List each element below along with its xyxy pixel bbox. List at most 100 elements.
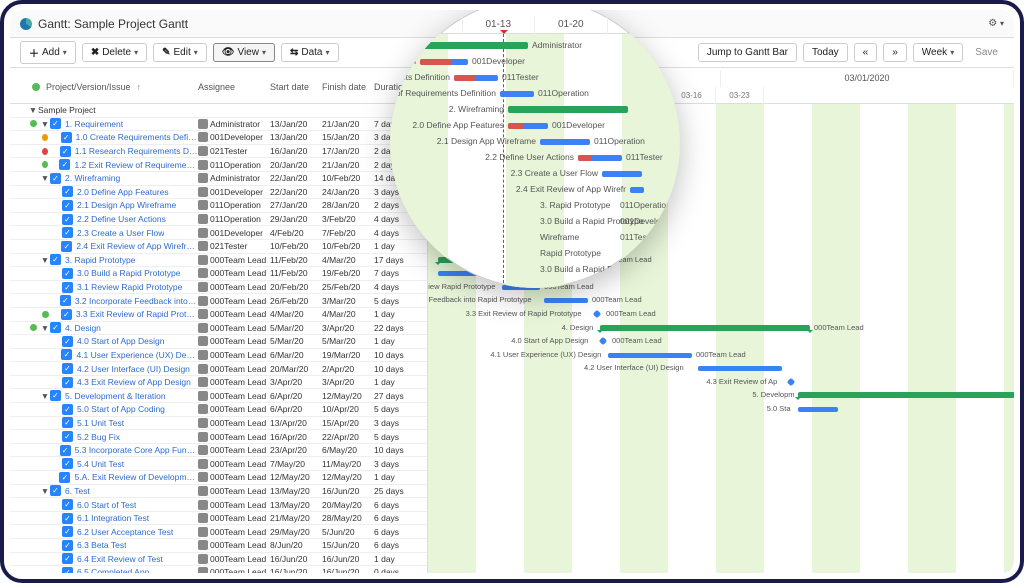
mag-gantt-bar[interactable] xyxy=(420,59,468,65)
table-row[interactable]: ✓5.A. Exit Review of Development & I…000… xyxy=(10,471,427,485)
task-link[interactable]: 3.0 Build a Rapid Prototype xyxy=(77,268,180,278)
task-link[interactable]: 4.0 Start of App Design xyxy=(77,336,164,346)
table-row[interactable]: ✓3.0 Build a Rapid Prototype000Team Lead… xyxy=(10,267,427,281)
col-issue[interactable]: Project/Version/Issue xyxy=(46,82,131,92)
task-link[interactable]: 4.1 User Experience (UX) Design xyxy=(76,350,198,360)
tree-twisty-icon[interactable]: ▼ xyxy=(40,486,50,496)
table-row[interactable]: ✓1.2 Exit Review of Requirements De…011O… xyxy=(10,158,427,172)
table-row[interactable]: ✓6.4 Exit Review of Test000Team Lead16/J… xyxy=(10,553,427,567)
col-finish[interactable]: Finish date xyxy=(322,82,374,92)
timeline-week[interactable]: 03-23 xyxy=(716,87,764,104)
prev-button[interactable]: « xyxy=(854,43,878,62)
mag-gantt-bar[interactable] xyxy=(408,42,528,49)
timescale-button[interactable]: Week▾ xyxy=(913,43,963,62)
table-row[interactable]: ✓6.3 Beta Test000Team Lead8/Jun/2015/Jun… xyxy=(10,539,427,553)
mag-gantt-bar[interactable] xyxy=(578,155,622,161)
table-row[interactable]: ▼✓3. Rapid Prototype000Team Lead11/Feb/2… xyxy=(10,254,427,268)
table-row[interactable]: ✓2.3 Create a User Flow001Developer4/Feb… xyxy=(10,226,427,240)
task-link[interactable]: 1.2 Exit Review of Requirements De… xyxy=(74,160,198,170)
table-row[interactable]: ✓6.1 Integration Test000Team Lead21/May/… xyxy=(10,512,427,526)
task-link[interactable]: 2.0 Define App Features xyxy=(77,187,169,197)
task-link[interactable]: 6.3 Beta Test xyxy=(77,540,126,550)
tree-twisty-icon[interactable]: ▼ xyxy=(40,255,50,265)
today-button[interactable]: Today xyxy=(803,43,848,62)
col-start[interactable]: Start date xyxy=(270,82,322,92)
mag-gantt-bar[interactable] xyxy=(540,139,590,145)
gantt-bar[interactable] xyxy=(787,378,795,386)
table-row[interactable]: ✓1.0 Create Requirements Definition001De… xyxy=(10,131,427,145)
table-row[interactable]: ✓5.0 Start of App Coding000Team Lead6/Ap… xyxy=(10,403,427,417)
gantt-bar[interactable] xyxy=(600,325,810,331)
table-row[interactable]: ✓4.2 User Interface (UI) Design000Team L… xyxy=(10,362,427,376)
data-button[interactable]: ⇆Data▾ xyxy=(281,43,339,62)
task-link[interactable]: 6.2 User Acceptance Test xyxy=(77,527,173,537)
tree-twisty-icon[interactable]: ▼ xyxy=(40,391,50,401)
task-link[interactable]: 3.1 Review Rapid Prototype xyxy=(77,282,182,292)
tree-twisty-icon[interactable]: ▼ xyxy=(40,119,50,129)
table-row[interactable]: ✓6.0 Start of Test000Team Lead13/May/202… xyxy=(10,498,427,512)
mag-gantt-bar[interactable] xyxy=(508,106,628,113)
phase-link[interactable]: 3. Rapid Prototype xyxy=(65,255,135,265)
mag-gantt-bar[interactable] xyxy=(454,75,498,81)
table-row[interactable]: ✓5.1 Unit Test000Team Lead13/Apr/2015/Ap… xyxy=(10,417,427,431)
edit-button[interactable]: ✎Edit▾ xyxy=(153,43,207,62)
gantt-bar[interactable] xyxy=(698,366,782,371)
task-link[interactable]: 6.5 Completed App xyxy=(77,567,149,573)
task-link[interactable]: 6.4 Exit Review of Test xyxy=(77,554,163,564)
gantt-bar[interactable] xyxy=(608,353,692,358)
task-link[interactable]: 5.1 Unit Test xyxy=(77,418,124,428)
save-button[interactable]: Save xyxy=(969,47,1004,58)
phase-link[interactable]: 6. Test xyxy=(65,486,90,496)
task-link[interactable]: 2.4 Exit Review of App Wireframe xyxy=(76,241,198,251)
task-link[interactable]: 5.2 Bug Fix xyxy=(77,432,120,442)
task-link[interactable]: 1.1 Research Requirements Definiti… xyxy=(75,146,198,156)
table-row[interactable]: ✓2.0 Define App Features001Developer22/J… xyxy=(10,186,427,200)
table-row[interactable]: ✓2.1 Design App Wireframe011Operation27/… xyxy=(10,199,427,213)
mag-gantt-bar[interactable] xyxy=(508,123,548,129)
tree-twisty-icon[interactable]: ▼ xyxy=(40,173,50,183)
task-link[interactable]: 3.3 Exit Review of Rapid Prototype xyxy=(76,309,198,319)
table-row[interactable]: ✓3.3 Exit Review of Rapid Prototype000Te… xyxy=(10,308,427,322)
task-link[interactable]: 5.3 Incorporate Core App Functiona… xyxy=(75,445,198,455)
gantt-bar[interactable] xyxy=(593,310,601,318)
phase-link[interactable]: 5. Development & Iteration xyxy=(65,391,166,401)
table-row[interactable]: ▼✓4. Design000Team Lead5/Mar/203/Apr/202… xyxy=(10,322,427,336)
table-row[interactable]: ✓4.3 Exit Review of App Design000Team Le… xyxy=(10,376,427,390)
delete-button[interactable]: ✖Delete▾ xyxy=(82,43,147,62)
mag-gantt-bar[interactable] xyxy=(630,187,644,193)
table-row[interactable]: ✓3.1 Review Rapid Prototype000Team Lead2… xyxy=(10,281,427,295)
task-link[interactable]: 6.0 Start of Test xyxy=(77,500,136,510)
table-row[interactable]: ✓5.3 Incorporate Core App Functiona…000T… xyxy=(10,444,427,458)
table-row[interactable]: ✓6.5 Completed App000Team Lead16/Jun/201… xyxy=(10,566,427,573)
mag-gantt-bar[interactable] xyxy=(500,91,534,97)
table-row[interactable]: ✓5.4 Unit Test000Team Lead7/May/2011/May… xyxy=(10,457,427,471)
table-row[interactable]: ✓2.2 Define User Actions011Operation29/J… xyxy=(10,213,427,227)
phase-link[interactable]: 2. Wireframing xyxy=(65,173,120,183)
table-row[interactable]: ✓6.2 User Acceptance Test000Team Lead29/… xyxy=(10,525,427,539)
phase-link[interactable]: 1. Requirement xyxy=(65,119,123,129)
task-link[interactable]: 5.0 Start of App Coding xyxy=(77,404,165,414)
table-row[interactable]: ✓3.2 Incorporate Feedback into Rapi…000T… xyxy=(10,294,427,308)
task-link[interactable]: 3.2 Incorporate Feedback into Rapi… xyxy=(75,296,198,306)
gantt-bar[interactable] xyxy=(544,298,588,303)
table-row[interactable]: ✓1.1 Research Requirements Definiti…021T… xyxy=(10,145,427,159)
task-link[interactable]: 1.0 Create Requirements Definition xyxy=(76,132,198,142)
table-row[interactable]: ✓4.1 User Experience (UX) Design000Team … xyxy=(10,349,427,363)
table-row[interactable]: ✓5.2 Bug Fix000Team Lead16/Apr/2022/Apr/… xyxy=(10,430,427,444)
task-link[interactable]: 6.1 Integration Test xyxy=(77,513,149,523)
task-link[interactable]: 5.4 Unit Test xyxy=(77,459,124,469)
mag-gantt-bar[interactable] xyxy=(602,171,642,177)
add-button[interactable]: ＋Add▾ xyxy=(20,41,76,64)
view-button[interactable]: 👁View▾ xyxy=(213,43,275,62)
table-row[interactable]: ▼✓6. Test000Team Lead13/May/2016/Jun/202… xyxy=(10,485,427,499)
task-link[interactable]: 5.A. Exit Review of Development & I… xyxy=(74,472,198,482)
task-link[interactable]: 2.3 Create a User Flow xyxy=(77,228,164,238)
task-link[interactable]: 2.1 Design App Wireframe xyxy=(77,200,176,210)
task-link[interactable]: 2.2 Define User Actions xyxy=(77,214,166,224)
col-assignee[interactable]: Assignee xyxy=(198,82,270,92)
task-link[interactable]: 4.2 User Interface (UI) Design xyxy=(77,364,190,374)
jump-to-bar-button[interactable]: Jump to Gantt Bar xyxy=(698,43,797,62)
table-row[interactable]: ▼✓1. RequirementAdministrator13/Jan/2021… xyxy=(10,118,427,132)
gantt-bar[interactable] xyxy=(798,407,838,412)
gantt-bar[interactable] xyxy=(798,392,1014,398)
